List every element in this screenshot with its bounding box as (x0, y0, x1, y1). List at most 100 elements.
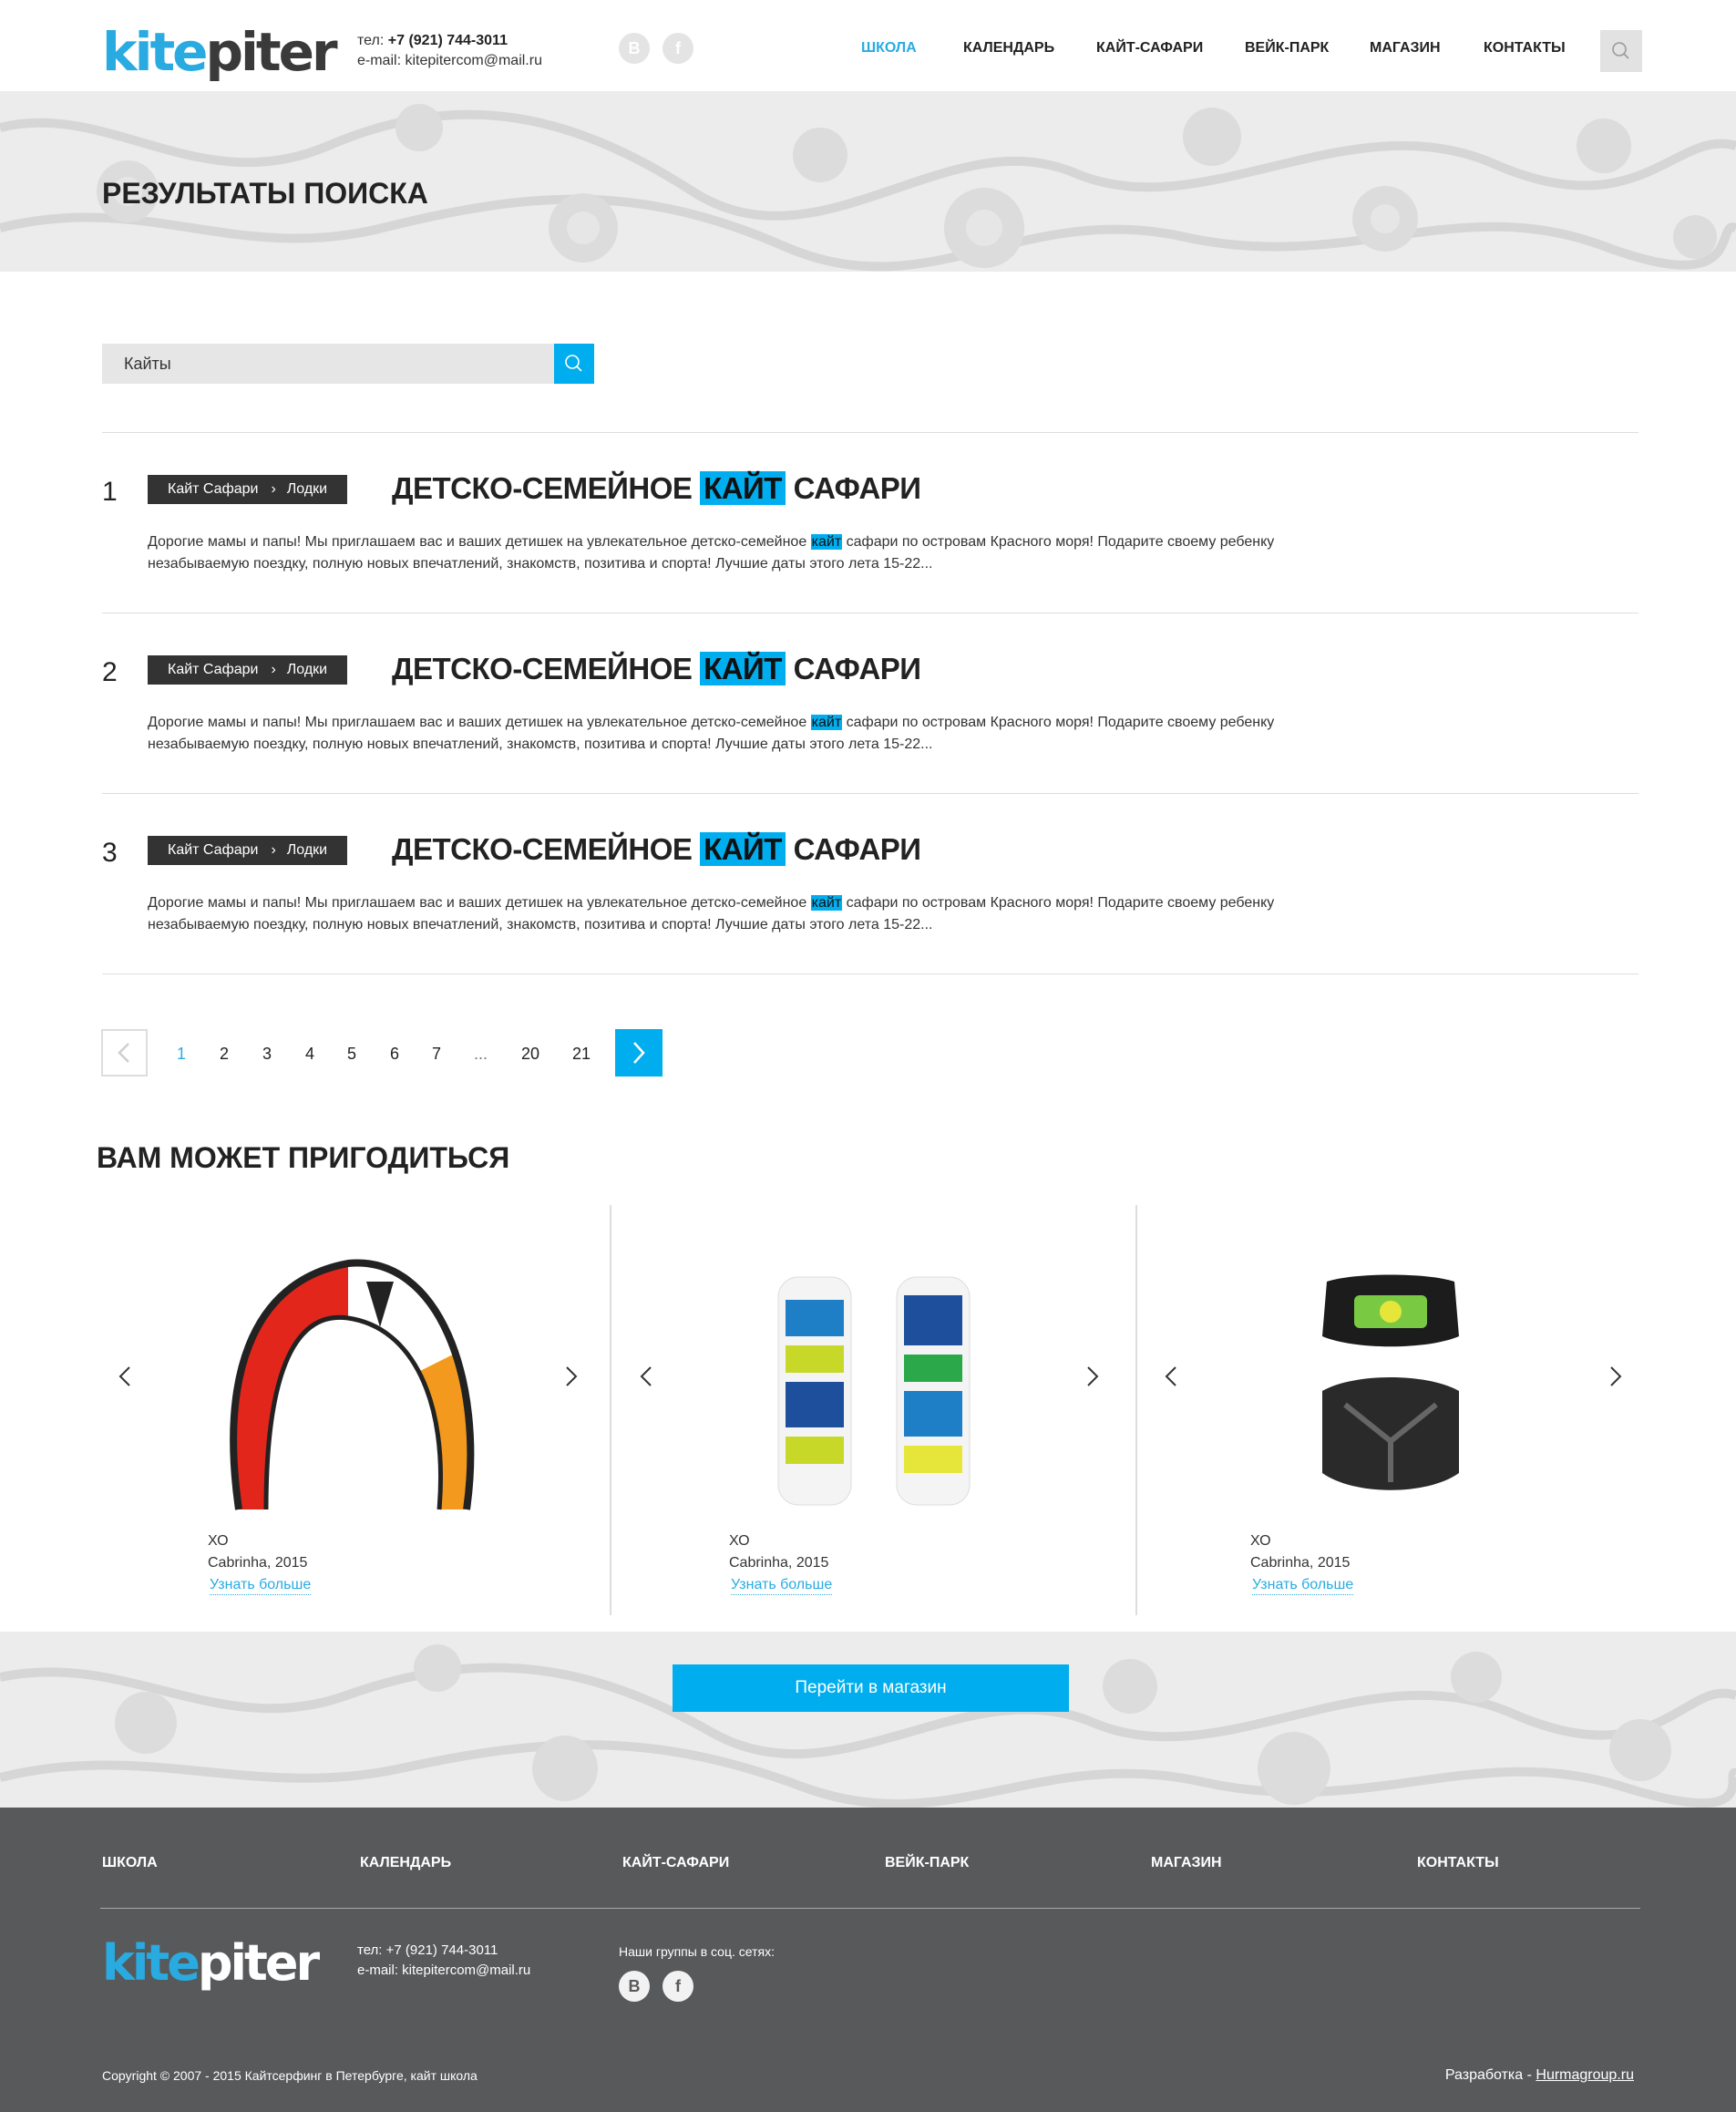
dev-label: Разработка - (1444, 2067, 1532, 2083)
footer-nav-calendar[interactable]: КАЛЕНДАРЬ (360, 1855, 451, 1871)
search-result: 3 Кайт Сафари › Лодки ДЕТСКО-СЕМЕЙНОЕ КАЙТ… (102, 832, 1638, 982)
title-highlight: КАЙТ (700, 652, 786, 685)
divider (610, 1205, 611, 1615)
product-brand: Cabrinha, 2015 (1250, 1555, 1351, 1571)
search-icon (565, 355, 582, 372)
breadcrumb: Кайт Сафари › Лодки (148, 836, 348, 865)
nav-contacts[interactable]: КОНТАКТЫ (1484, 40, 1566, 57)
product-card: ХО Cabrinha, 2015 Узнать больше (618, 1205, 1139, 1615)
footer-logo[interactable]: kitepiter (102, 1933, 320, 1994)
learn-more-link[interactable]: Узнать больше (210, 1577, 312, 1595)
footer-nav-kite-safari[interactable]: КАЙТ-САФАРИ (622, 1855, 729, 1871)
footer-nav-wake-park[interactable]: ВЕЙК-ПАРК (885, 1855, 969, 1871)
pagination-page[interactable]: 20 (521, 1045, 539, 1064)
nav-calendar[interactable]: КАЛЕНДАРЬ (963, 40, 1054, 57)
snippet-text: Дорогие мамы и папы! Мы приглашаем вас и… (148, 895, 807, 911)
snippet-text: Дорогие мамы и папы! Мы приглашаем вас и… (148, 715, 807, 730)
result-number: 3 (102, 838, 118, 868)
title-text: САФАРИ (793, 832, 921, 866)
product-brand: Cabrinha, 2015 (729, 1555, 829, 1571)
facebook-icon[interactable]: f (663, 33, 693, 64)
search-submit-button[interactable] (554, 344, 594, 384)
carousel-prev-button[interactable] (636, 1358, 658, 1395)
footer-nav-school[interactable]: ШКОЛА (102, 1855, 158, 1871)
pagination-page[interactable]: 6 (390, 1045, 399, 1064)
chevron-left-icon (1165, 1366, 1176, 1386)
crumb-link[interactable]: Лодки (287, 481, 327, 497)
pagination-page[interactable]: 4 (305, 1045, 314, 1064)
result-number: 2 (102, 657, 118, 687)
header-email: kitepitercom@mail.ru (405, 53, 542, 68)
divider (102, 793, 1638, 794)
crumb-link[interactable]: Кайт Сафари (168, 481, 258, 497)
email-label: e-mail: (357, 53, 402, 68)
result-snippet: Дорогие мамы и папы! Мы приглашаем вас и… (148, 892, 1360, 936)
site-logo[interactable]: kitepiter (102, 22, 338, 82)
chevron-right-icon: › (271, 842, 276, 858)
vk-icon[interactable]: В (619, 33, 650, 64)
chevron-right-icon (566, 1366, 578, 1386)
divider (100, 1908, 1640, 1909)
carousel-next-button[interactable] (560, 1358, 581, 1395)
chevron-right-icon: › (271, 662, 276, 677)
crumb-link[interactable]: Кайт Сафари (168, 842, 258, 858)
kiteboard-image (742, 1245, 1015, 1519)
title-text: ДЕТСКО-СЕМЕЙНОЕ (392, 652, 693, 685)
pagination-page[interactable]: 3 (262, 1045, 272, 1064)
header-phone: +7 (921) 744-3011 (387, 33, 508, 48)
carousel-next-button[interactable] (1604, 1358, 1626, 1395)
kite-image (211, 1245, 485, 1519)
facebook-icon[interactable]: f (663, 1971, 693, 2002)
carousel-next-button[interactable] (1081, 1358, 1103, 1395)
carousel-prev-button[interactable] (115, 1358, 137, 1395)
chevron-right-icon (633, 1042, 645, 1064)
footer-phone: тел: +7 (921) 744-3011 (357, 1942, 498, 1958)
search-result: 1 Кайт Сафари › Лодки ДЕТСКО-СЕМЕЙНОЕ КАЙТ… (102, 471, 1638, 621)
site-header: kitepiter тел: +7 (921) 744-3011 e-mail:… (0, 0, 1736, 91)
pagination-page[interactable]: 2 (220, 1045, 229, 1064)
pagination-prev-button[interactable] (101, 1029, 148, 1077)
crumb-link[interactable]: Лодки (287, 662, 327, 677)
crumb-link[interactable]: Лодки (287, 842, 327, 858)
result-title[interactable]: ДЕТСКО-СЕМЕЙНОЕ КАЙТ САФАРИ (392, 471, 921, 506)
pagination-page[interactable]: 5 (347, 1045, 356, 1064)
related-title: ВАМ МОЖЕТ ПРИГОДИТЬСЯ (97, 1141, 510, 1174)
logo-piter: piter (205, 21, 338, 83)
breadcrumb: Кайт Сафари › Лодки (148, 655, 348, 685)
divider (102, 432, 1638, 433)
title-banner: РЕЗУЛЬТАТЫ ПОИСКА (0, 91, 1736, 272)
developer-link[interactable]: Hurmagroup.ru (1536, 2067, 1634, 2083)
pagination-next-button[interactable] (615, 1029, 663, 1077)
search-input[interactable] (102, 344, 554, 384)
vk-icon[interactable]: В (619, 1971, 650, 2002)
carousel-prev-button[interactable] (1161, 1358, 1183, 1395)
header-search-button[interactable] (1600, 30, 1642, 72)
result-title[interactable]: ДЕТСКО-СЕМЕЙНОЕ КАЙТ САФАРИ (392, 652, 921, 686)
go-to-shop-button[interactable]: Перейти в магазин (673, 1664, 1069, 1712)
title-highlight: КАЙТ (700, 471, 786, 505)
pagination-page[interactable]: 1 (177, 1045, 186, 1064)
header-contacts: тел: +7 (921) 744-3011 e-mail: kitepiter… (357, 31, 542, 71)
pagination-page[interactable]: 7 (432, 1045, 441, 1064)
result-snippet: Дорогие мамы и папы! Мы приглашаем вас и… (148, 531, 1360, 575)
footer-nav-shop[interactable]: МАГАЗИН (1151, 1855, 1222, 1871)
learn-more-link[interactable]: Узнать больше (731, 1577, 833, 1595)
footer-email: e-mail: kitepitercom@mail.ru (357, 1963, 531, 1978)
chevron-right-icon (1610, 1366, 1622, 1386)
nav-shop[interactable]: МАГАЗИН (1370, 40, 1441, 57)
learn-more-link[interactable]: Узнать больше (1252, 1577, 1354, 1595)
snippet-highlight: кайт (810, 534, 843, 550)
nav-wake-park[interactable]: ВЕЙК-ПАРК (1245, 40, 1329, 57)
footer-nav-contacts[interactable]: КОНТАКТЫ (1417, 1855, 1499, 1871)
harness-image (1254, 1245, 1527, 1519)
developer-credit: Разработка - Hurmagroup.ru (1445, 2067, 1634, 2084)
copyright: Copyright © 2007 - 2015 Кайтсерфинг в Пе… (102, 2068, 478, 2083)
result-title[interactable]: ДЕТСКО-СЕМЕЙНОЕ КАЙТ САФАРИ (392, 832, 921, 867)
nav-school[interactable]: ШКОЛА (861, 40, 917, 57)
phone-label: тел: (357, 33, 385, 48)
footer-social-title: Наши группы в соц. сетях: (619, 1944, 775, 1959)
page-title: РЕЗУЛЬТАТЫ ПОИСКА (102, 177, 428, 210)
nav-kite-safari[interactable]: КАЙТ-САФАРИ (1096, 40, 1203, 57)
crumb-link[interactable]: Кайт Сафари (168, 662, 258, 677)
pagination-page[interactable]: 21 (572, 1045, 591, 1064)
